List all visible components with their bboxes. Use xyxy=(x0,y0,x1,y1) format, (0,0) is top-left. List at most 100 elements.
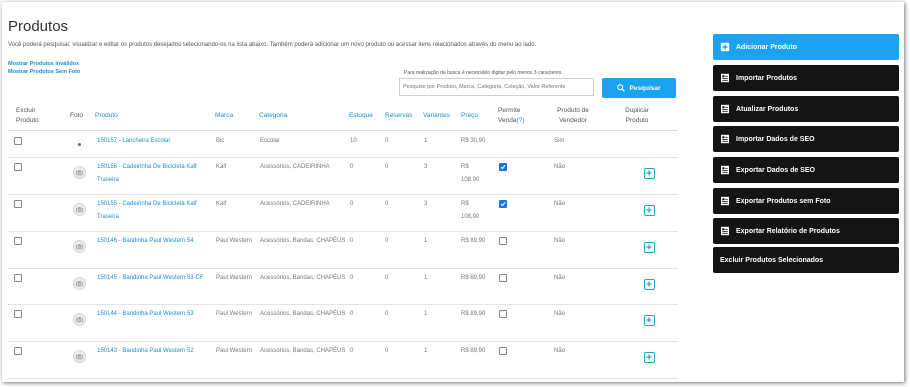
search-input[interactable] xyxy=(399,78,594,96)
product-name-link[interactable]: 150155 - Cadeirinha De Bicicleta Kalf Tr… xyxy=(97,198,213,224)
allow-sale-checkbox[interactable] xyxy=(499,274,507,282)
delete-checkbox[interactable] xyxy=(14,163,22,171)
product-reservations: 0 xyxy=(385,164,389,170)
sidebar-button-label: Exportar Produtos sem Foto xyxy=(736,197,831,205)
seller-product: Sim xyxy=(554,138,565,144)
product-name-link[interactable]: 150143 - Bandinha Paul Western 52 xyxy=(97,345,213,358)
duplicate-button[interactable] xyxy=(644,315,655,326)
seller-product: Não xyxy=(554,164,566,170)
table-row: 150145 - Bandinha Paul Western 53-CF Paul… xyxy=(8,268,678,305)
sidebar-button-label: Exportar Relatório de Produtos xyxy=(736,227,840,235)
allow-sale-checkbox[interactable] xyxy=(499,347,507,355)
duplicate-button[interactable] xyxy=(644,168,655,179)
plus-square-icon xyxy=(720,42,730,52)
seller-product: Não xyxy=(554,275,566,281)
product-brand: Paul Western xyxy=(216,348,252,354)
delete-checkbox[interactable] xyxy=(14,137,22,145)
product-name-link[interactable]: 150157 - Lancheira Escolar xyxy=(97,135,213,148)
document-icon xyxy=(721,226,729,236)
search-hint: Para realização da busca é necessário di… xyxy=(404,70,563,76)
camera-icon xyxy=(73,166,86,179)
seller-product: Não xyxy=(554,348,566,354)
product-name-link[interactable]: 150144 - Bandinha Paul Western 53 xyxy=(97,308,213,321)
sidebar-button-5[interactable]: Exportar Dados de SEO xyxy=(713,157,899,183)
search-button-label: Pesquisar xyxy=(629,84,661,92)
camera-icon xyxy=(73,350,86,363)
seller-product: Não xyxy=(554,238,566,244)
table-row: 150144 - Bandinha Paul Western 53 Paul We… xyxy=(8,304,678,342)
delete-checkbox[interactable] xyxy=(14,237,22,245)
sidebar-button-label: Atualizar Produtos xyxy=(736,105,799,113)
product-category: Acessórios, Bandas, CHAPÉUS xyxy=(260,348,346,354)
product-reservations: 0 xyxy=(385,238,389,244)
sidebar-button-1[interactable]: Adicionar Produto xyxy=(713,34,899,60)
camera-icon xyxy=(73,240,86,253)
product-price: R$ 89,90 xyxy=(461,238,486,244)
sidebar-button-7[interactable]: Exportar Relatório de Produtos xyxy=(713,218,899,244)
show-invalid-products-link[interactable]: Mostrar Produtos inválidos xyxy=(8,61,79,67)
product-category: Escolar xyxy=(260,138,281,144)
sidebar-button-label: Importar Dados de SEO xyxy=(736,135,815,143)
product-category: Acessórios, Bandas, CHAPÉUS xyxy=(260,311,346,317)
allow-sale-checkbox[interactable] xyxy=(499,237,507,245)
show-products-without-photo-link[interactable]: Mostrar Produtos Sem Foto xyxy=(8,69,80,75)
product-stock: 0 xyxy=(350,311,354,317)
header-preco[interactable]: Preço xyxy=(461,111,478,121)
product-stock: 0 xyxy=(350,238,354,244)
product-price: R$ 108,90 xyxy=(461,201,480,220)
document-icon xyxy=(721,165,729,175)
sidebar-button-4[interactable]: Importar Dados de SEO xyxy=(713,126,899,152)
delete-checkbox[interactable] xyxy=(14,200,22,208)
delete-checkbox[interactable] xyxy=(14,347,22,355)
header-produto[interactable]: Produto xyxy=(95,111,118,121)
sidebar-button-label: Importar Produtos xyxy=(736,74,798,82)
page-frame: Produtos Você poderá pesquisar, visualiz… xyxy=(2,2,904,382)
product-reservations: 0 xyxy=(385,275,389,281)
duplicate-button[interactable] xyxy=(644,242,655,253)
delete-checkbox[interactable] xyxy=(14,274,22,282)
page-description: Você poderá pesquisar, visualizar e edit… xyxy=(8,42,537,48)
header-reservas[interactable]: Reservas xyxy=(385,111,412,121)
product-brand: Paul Western xyxy=(216,238,252,244)
product-brand: Kalf xyxy=(216,164,227,170)
sidebar-button-3[interactable]: Atualizar Produtos xyxy=(713,96,899,122)
document-icon xyxy=(721,196,729,206)
delete-checkbox[interactable] xyxy=(14,310,22,318)
allow-sale-checkbox[interactable] xyxy=(499,310,507,318)
product-stock: 10 xyxy=(350,138,357,144)
sidebar-button-2[interactable]: Importar Produtos xyxy=(713,65,899,91)
product-brand: Paul Western xyxy=(216,311,252,317)
allow-sale-checkbox[interactable] xyxy=(499,163,507,171)
search-icon xyxy=(617,84,626,92)
product-name-link[interactable]: 150145 - Bandinha Paul Western 53-CF xyxy=(97,272,213,285)
duplicate-button[interactable] xyxy=(644,352,655,363)
help-link[interactable]: (?) xyxy=(516,117,524,124)
table-row: 150155 - Cadeirinha De Bicicleta Kalf Tr… xyxy=(8,194,678,232)
document-icon xyxy=(721,104,729,114)
product-stock: 0 xyxy=(350,201,354,207)
search-button[interactable]: Pesquisar xyxy=(602,78,676,98)
product-name-link[interactable]: 150156 - Cadeirinha De Bicicleta Kalf Tr… xyxy=(97,161,213,187)
sidebar-button-6[interactable]: Exportar Produtos sem Foto xyxy=(713,188,899,214)
product-reservations: 0 xyxy=(385,201,389,207)
header-marca[interactable]: Marca xyxy=(215,111,233,121)
product-name-link[interactable]: 150146 - Bandinha Paul Western 54 xyxy=(97,235,213,248)
table-row: 150156 - Cadeirinha De Bicicleta Kalf Tr… xyxy=(8,157,678,195)
header-estoque[interactable]: Estoque xyxy=(349,111,373,121)
seller-product: Não xyxy=(554,311,566,317)
duplicate-button[interactable] xyxy=(644,205,655,216)
product-variants: 1 xyxy=(424,311,428,317)
allow-sale-checkbox[interactable] xyxy=(499,200,507,208)
product-variants: 1 xyxy=(424,138,428,144)
camera-icon xyxy=(73,203,86,216)
sidebar-button-8[interactable]: Excluir Produtos Selecionados xyxy=(713,247,899,273)
duplicate-button[interactable] xyxy=(644,279,655,290)
sidebar-button-label: Excluir Produtos Selecionados xyxy=(720,256,824,264)
header-categoria[interactable]: Categoria xyxy=(259,111,287,121)
document-icon xyxy=(721,73,729,83)
product-reservations: 0 xyxy=(385,311,389,317)
product-category: Acessórios, CADEIRINHA xyxy=(260,164,330,170)
header-variantes[interactable]: Variantes xyxy=(423,111,450,121)
sidebar-button-label: Adicionar Produto xyxy=(736,43,798,51)
product-variants: 3 xyxy=(424,164,428,170)
